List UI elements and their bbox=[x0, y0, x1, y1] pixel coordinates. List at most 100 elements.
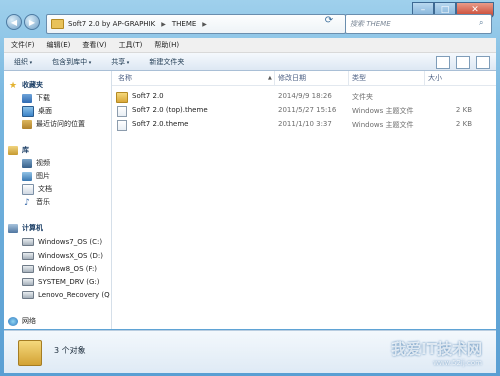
nav-item-label: SYSTEM_DRV (G:) bbox=[38, 278, 100, 286]
watermark-text: 我爱IT技术网 bbox=[391, 340, 482, 358]
breadcrumb-separator-icon[interactable]: ▶ bbox=[161, 21, 166, 28]
file-size: 2 KB bbox=[455, 106, 472, 114]
nav-network-label: 网络 bbox=[22, 317, 36, 325]
menu-help[interactable]: 帮助(H) bbox=[154, 40, 179, 50]
back-button[interactable]: ◀ bbox=[6, 14, 22, 30]
nav-item-drive-d[interactable]: WindowsX_OS (D:) bbox=[22, 250, 103, 262]
nav-item-desktop[interactable]: 桌面 bbox=[22, 105, 52, 117]
help-icon[interactable] bbox=[476, 56, 490, 69]
drive-icon bbox=[22, 252, 34, 260]
forward-button[interactable]: ▶ bbox=[24, 14, 40, 30]
menu-edit[interactable]: 编辑(E) bbox=[47, 40, 71, 50]
nav-item-videos[interactable]: 视频 bbox=[22, 157, 50, 169]
preview-pane-icon[interactable] bbox=[456, 56, 470, 69]
nav-computer[interactable]: 计算机 bbox=[8, 222, 43, 234]
drive-icon bbox=[22, 265, 34, 273]
nav-item-label: Window8_OS (F:) bbox=[38, 265, 98, 273]
new-folder-button[interactable]: 新建文件夹 bbox=[149, 57, 184, 67]
title-bar: – □ ✕ ◀ ▶ Soft7 2.0 by AP-GRAPHIK ▶ THEM… bbox=[0, 0, 500, 38]
file-date: 2014/9/9 18:26 bbox=[278, 92, 332, 100]
file-row[interactable]: Soft7 2.0 2014/9/9 18:26 文件夹 bbox=[112, 90, 496, 103]
nav-item-pictures[interactable]: 图片 bbox=[22, 170, 50, 182]
item-count: 3 个对象 bbox=[54, 346, 86, 355]
menu-file[interactable]: 文件(F) bbox=[11, 40, 35, 50]
nav-item-label: 视频 bbox=[36, 159, 50, 167]
organize-button[interactable]: 组织 bbox=[14, 57, 32, 67]
watermark: 我爱IT技术网 www.52ij.com bbox=[391, 338, 482, 367]
menu-view[interactable]: 查看(V) bbox=[82, 40, 106, 50]
address-bar[interactable]: Soft7 2.0 by AP-GRAPHIK ▶ THEME ▶ bbox=[46, 14, 346, 34]
share-button[interactable]: 共享 bbox=[111, 57, 129, 67]
nav-item-documents[interactable]: 文档 bbox=[22, 183, 52, 195]
file-row[interactable]: Soft7 2.0.theme 2011/1/10 3:37 Windows 主… bbox=[112, 118, 496, 131]
file-icon bbox=[117, 120, 127, 131]
watermark-url: www.52ij.com bbox=[433, 359, 482, 367]
file-type: Windows 主题文件 bbox=[352, 107, 414, 115]
nav-item-label: 最近访问的位置 bbox=[36, 120, 85, 128]
recent-places-icon bbox=[22, 119, 32, 129]
nav-item-drive-c[interactable]: Windows7_OS (C:) bbox=[22, 236, 102, 248]
column-divider[interactable] bbox=[424, 71, 425, 85]
breadcrumb-theme[interactable]: THEME bbox=[172, 20, 196, 28]
file-size: 2 KB bbox=[455, 120, 472, 128]
star-icon: ★ bbox=[8, 80, 18, 91]
file-row[interactable]: Soft7 2.0 (top).theme 2011/5/27 15:16 Wi… bbox=[112, 104, 496, 117]
nav-network[interactable]: 网络 bbox=[8, 315, 36, 327]
nav-libraries-label: 库 bbox=[22, 146, 29, 154]
column-headers: 名称 ▲ 修改日期 类型 大小 bbox=[112, 71, 496, 86]
desktop-icon bbox=[22, 105, 34, 117]
column-header-name[interactable]: 名称 bbox=[118, 73, 132, 83]
nav-item-label: 音乐 bbox=[36, 198, 50, 206]
video-icon bbox=[22, 158, 32, 168]
network-icon bbox=[8, 316, 18, 326]
breadcrumb-soft7[interactable]: Soft7 2.0 by AP-GRAPHIK bbox=[68, 20, 155, 28]
sort-arrow-icon: ▲ bbox=[268, 75, 272, 81]
nav-item-recent[interactable]: 最近访问的位置 bbox=[22, 118, 85, 130]
nav-item-label: 图片 bbox=[36, 172, 50, 180]
nav-item-drive-g[interactable]: SYSTEM_DRV (G:) bbox=[22, 276, 100, 288]
breadcrumb-separator-icon[interactable]: ▶ bbox=[202, 21, 207, 28]
column-header-size[interactable]: 大小 bbox=[428, 73, 442, 83]
nav-item-drive-q[interactable]: Lenovo_Recovery (Q bbox=[22, 289, 110, 301]
nav-item-label: Windows7_OS (C:) bbox=[38, 238, 103, 246]
command-bar: 组织 包含到库中 共享 新建文件夹 bbox=[4, 53, 496, 71]
library-icon bbox=[8, 145, 18, 155]
column-header-date[interactable]: 修改日期 bbox=[278, 73, 306, 83]
nav-libraries[interactable]: 库 bbox=[8, 144, 29, 156]
folder-icon bbox=[51, 19, 64, 29]
computer-icon bbox=[8, 223, 18, 233]
documents-icon bbox=[22, 183, 34, 195]
nav-favorites[interactable]: ★ 收藏夹 bbox=[8, 79, 43, 91]
refresh-icon[interactable]: ⟳ bbox=[322, 15, 336, 31]
file-date: 2011/1/10 3:37 bbox=[278, 120, 332, 128]
file-name: Soft7 2.0 (top).theme bbox=[132, 106, 208, 114]
menu-bar: 文件(F) 编辑(E) 查看(V) 工具(T) 帮助(H) bbox=[4, 38, 496, 53]
nav-item-music[interactable]: ♪ 音乐 bbox=[22, 196, 50, 208]
file-type: 文件夹 bbox=[352, 93, 373, 101]
menu-tools[interactable]: 工具(T) bbox=[119, 40, 143, 50]
drive-icon bbox=[22, 291, 34, 299]
drive-icon bbox=[22, 278, 34, 286]
file-date: 2011/5/27 15:16 bbox=[278, 106, 337, 114]
drive-icon bbox=[22, 238, 34, 246]
nav-item-downloads[interactable]: 下载 bbox=[22, 92, 50, 104]
search-input[interactable]: 搜索 THEME ⌕ bbox=[345, 14, 492, 34]
navigation-pane: ★ 收藏夹 下载 桌面 最近访问的位置 库 视频 图片 文档 ♪ 音乐 计算机 … bbox=[4, 71, 112, 329]
pictures-icon bbox=[22, 171, 32, 181]
column-divider[interactable] bbox=[348, 71, 349, 85]
search-icon[interactable]: ⌕ bbox=[479, 18, 491, 30]
folder-icon bbox=[18, 340, 42, 366]
column-divider[interactable] bbox=[274, 71, 275, 85]
include-in-library-button[interactable]: 包含到库中 bbox=[52, 57, 91, 67]
column-header-type[interactable]: 类型 bbox=[352, 73, 366, 83]
nav-computer-label: 计算机 bbox=[22, 224, 43, 232]
downloads-icon bbox=[22, 93, 32, 103]
file-name: Soft7 2.0.theme bbox=[132, 120, 189, 128]
nav-item-label: 桌面 bbox=[38, 107, 52, 115]
nav-item-drive-f[interactable]: Window8_OS (F:) bbox=[22, 263, 97, 275]
file-icon bbox=[117, 106, 127, 117]
nav-item-label: 文档 bbox=[38, 185, 52, 193]
view-options-icon[interactable] bbox=[436, 56, 450, 69]
file-name: Soft7 2.0 bbox=[132, 92, 164, 100]
details-pane: 3 个对象 我爱IT技术网 www.52ij.com bbox=[4, 330, 496, 373]
